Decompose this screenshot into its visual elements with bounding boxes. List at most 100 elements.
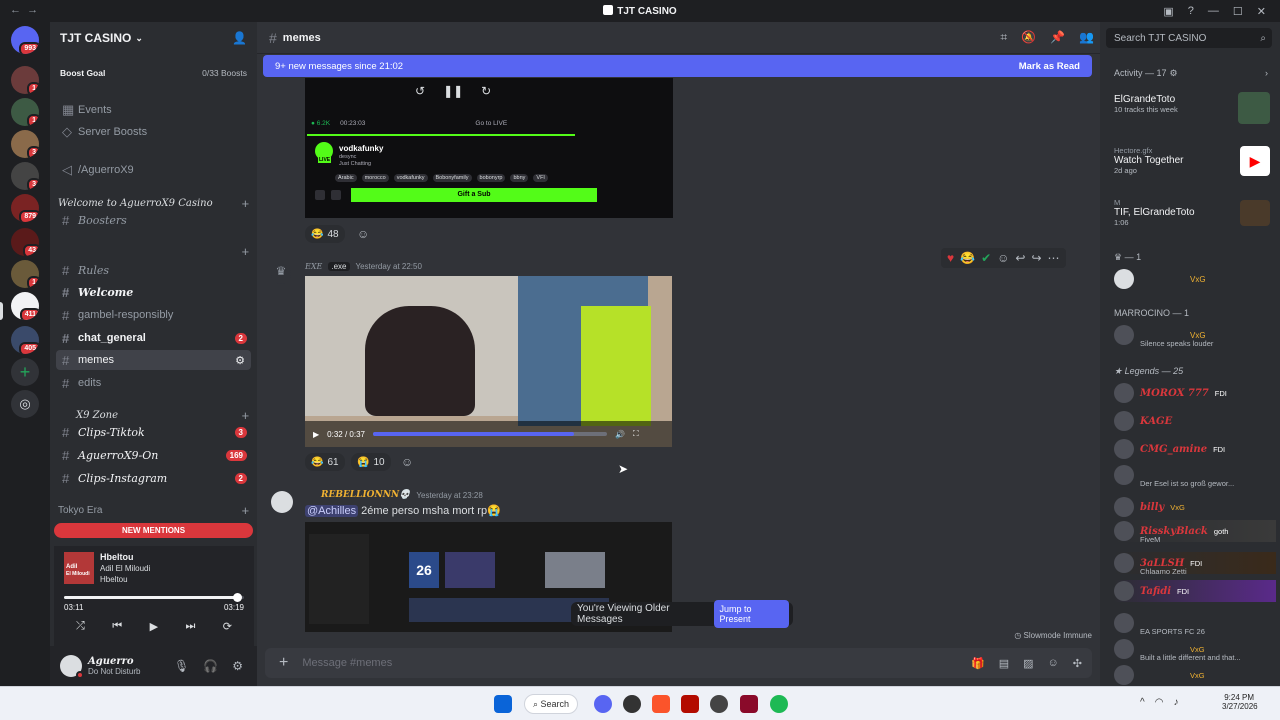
wifi-icon[interactable]: ◠ (1155, 697, 1164, 708)
message-input[interactable]: Message #memes (302, 657, 392, 669)
play-icon[interactable]: ▶ (313, 430, 319, 439)
member-item[interactable]: Der Esel ist so groß gewor... (1114, 464, 1276, 488)
jump-to-present-button[interactable]: Jump to Present (713, 600, 789, 628)
stream-embed[interactable]: ↺ ❚❚ ↻ ● 6.2K 00:23:03 Go to LIVE LIVE v… (305, 78, 673, 218)
settings-gear-icon[interactable]: ⚙ (235, 354, 245, 367)
next-icon[interactable]: ⏭ (185, 620, 195, 633)
brave-icon[interactable] (652, 695, 670, 713)
discover-icon[interactable]: ◎ (11, 390, 39, 418)
server-icon[interactable]: 3 (11, 130, 39, 158)
member-item[interactable]: MOROX 777 FDI (1114, 382, 1276, 404)
help-icon[interactable]: ? (1188, 5, 1194, 17)
channel-clips-instagram[interactable]: # Clips-Instagram 2 (56, 468, 251, 488)
author-name[interactable]: REBELLIONNN💀 (305, 490, 410, 501)
taskbar-search[interactable]: ⌕ Search (524, 694, 578, 714)
more-options-icon[interactable]: ⋯ (1048, 251, 1060, 265)
server-icon-tjt-casino[interactable]: 411 (11, 292, 39, 320)
category-unnamed[interactable]: + (58, 244, 249, 259)
heart-icon[interactable] (331, 190, 341, 200)
gift-sub-button[interactable]: Gift a Sub (351, 188, 597, 202)
check-reaction-icon[interactable]: ✔ (981, 251, 991, 265)
emoji-icon[interactable]: ☺ (1048, 657, 1059, 670)
attach-plus-icon[interactable]: + (279, 654, 288, 672)
member-item[interactable]: KAGE (1114, 410, 1276, 432)
reaction-button[interactable]: 😂 48 (305, 225, 345, 243)
channel-chat-general[interactable]: # chat_general 2 (56, 328, 251, 348)
server-icon[interactable]: 405 (11, 326, 39, 354)
gif-icon[interactable]: ▤ (999, 657, 1009, 670)
server-icon[interactable]: 3 (11, 162, 39, 190)
clock[interactable]: 9:24 PM 3/27/2026 (1222, 693, 1258, 711)
avatar[interactable] (60, 655, 84, 679)
play-icon[interactable]: ▶ (150, 620, 158, 633)
add-reaction-icon[interactable]: ☺ (357, 227, 369, 241)
member-item[interactable]: VxG Silence speaks louder (1114, 324, 1276, 348)
guild-header[interactable]: TJT CASINO ⌄ 👤 (50, 22, 257, 54)
bell-icon[interactable] (315, 190, 325, 200)
add-channel-icon[interactable]: + (241, 196, 249, 211)
category-tokyo-era[interactable]: Tokyo Era + (58, 503, 249, 518)
member-list-icon[interactable]: 👥 (1079, 30, 1094, 45)
shuffle-icon[interactable]: ⤮ (76, 620, 85, 633)
pinned-icon[interactable]: 📌 (1050, 30, 1065, 45)
discord-icon[interactable] (594, 695, 612, 713)
user-settings-icon[interactable]: ⚙ (232, 659, 243, 673)
pause-icon[interactable]: ❚❚ (443, 84, 463, 98)
app-icon[interactable] (681, 695, 699, 713)
channel-aguerrox9[interactable]: ◁ /AguerroX9 (56, 160, 251, 180)
server-icon[interactable]: 1 (11, 98, 39, 126)
reaction-button[interactable]: 😂 61 (305, 453, 345, 471)
repeat-icon[interactable]: ⟳ (223, 620, 232, 633)
inbox-icon[interactable]: ▣ (1163, 5, 1173, 18)
member-item[interactable]: RisskyBlack goth FiveM (1114, 520, 1276, 544)
message-composer[interactable]: + Message #memes 🎁 ▤ ▨ ☺ ✣ (265, 648, 1092, 678)
microphone-icon[interactable]: 🎙 (174, 659, 189, 673)
channel-memes[interactable]: # memes ⚙ (56, 350, 251, 370)
laugh-reaction-icon[interactable]: 😂 (960, 251, 975, 265)
add-reaction-icon[interactable]: ☺ (997, 251, 1009, 265)
browser-icon[interactable] (623, 695, 641, 713)
chevron-right-icon[interactable]: › (1265, 68, 1268, 79)
user-info[interactable]: Aguerro Do Not Disturb (88, 656, 140, 676)
progress-knob[interactable] (232, 593, 242, 602)
activity-card[interactable]: M TIF, ElGrandeToto 1:06 (1114, 198, 1272, 238)
rewind-icon[interactable]: ↺ (415, 84, 425, 98)
channel-boosters[interactable]: # Boosters (56, 210, 251, 230)
home-dm-button[interactable]: 993 (11, 26, 39, 54)
search-input[interactable]: Search TJT CASINO ⌕ (1106, 28, 1272, 48)
video-progress[interactable] (372, 432, 607, 436)
channel-gambel-responsibly[interactable]: # gambel-responsibly (56, 305, 251, 325)
new-mentions-pill[interactable]: NEW MENTIONS (54, 523, 253, 538)
add-channel-icon[interactable]: + (241, 503, 249, 518)
reply-icon[interactable]: ↩ (1015, 251, 1025, 265)
boost-goal[interactable]: Boost Goal 0/33 Boosts (60, 68, 247, 78)
member-item[interactable]: VxG Built a little different and that... (1114, 638, 1276, 662)
channel-rules[interactable]: # Rules (56, 260, 251, 280)
member-item[interactable]: VxG (1114, 268, 1276, 290)
activity-header[interactable]: Activity — 17 ⚙ › (1114, 68, 1268, 79)
volume-icon[interactable]: ♪ (1173, 697, 1178, 708)
category-x9-zone[interactable]: X9 Zone + (58, 408, 249, 423)
channel-aguerrox9-on[interactable]: # AguerroX9-On 169 (56, 445, 251, 465)
user-mention[interactable]: @Achilles (305, 505, 359, 517)
avatar[interactable]: ♛ (271, 264, 291, 284)
mark-as-read-button[interactable]: Mark as Read (1019, 61, 1080, 72)
server-icon[interactable]: 879 (11, 194, 39, 222)
volume-icon[interactable]: 🔊 (615, 430, 625, 439)
member-item[interactable]: 3aLLSH FDI Chlaamo Zetti (1114, 552, 1276, 576)
member-item[interactable]: Tafidi FDI (1114, 580, 1276, 602)
chevron-up-icon[interactable]: ^ (1140, 697, 1145, 708)
threads-icon[interactable]: ⌗ (1000, 30, 1007, 45)
activity-card[interactable]: Hectore.gfx Watch Together 2d ago ▶ (1114, 146, 1272, 186)
member-item[interactable]: billy VxG (1114, 496, 1276, 518)
gift-icon[interactable]: 🎁 (971, 657, 985, 670)
reaction-button[interactable]: 😭 10 (351, 453, 391, 471)
add-reaction-icon[interactable]: ☺ (401, 455, 413, 469)
server-icon[interactable]: 1 (11, 66, 39, 94)
close-button[interactable]: ✕ (1257, 5, 1266, 18)
channel-welcome[interactable]: # Welcome (56, 282, 251, 302)
forward-icon[interactable]: ↪ (1031, 251, 1041, 265)
server-icon[interactable]: 43 (11, 228, 39, 256)
minimize-button[interactable]: — (1208, 5, 1219, 17)
spotify-icon[interactable] (770, 695, 788, 713)
